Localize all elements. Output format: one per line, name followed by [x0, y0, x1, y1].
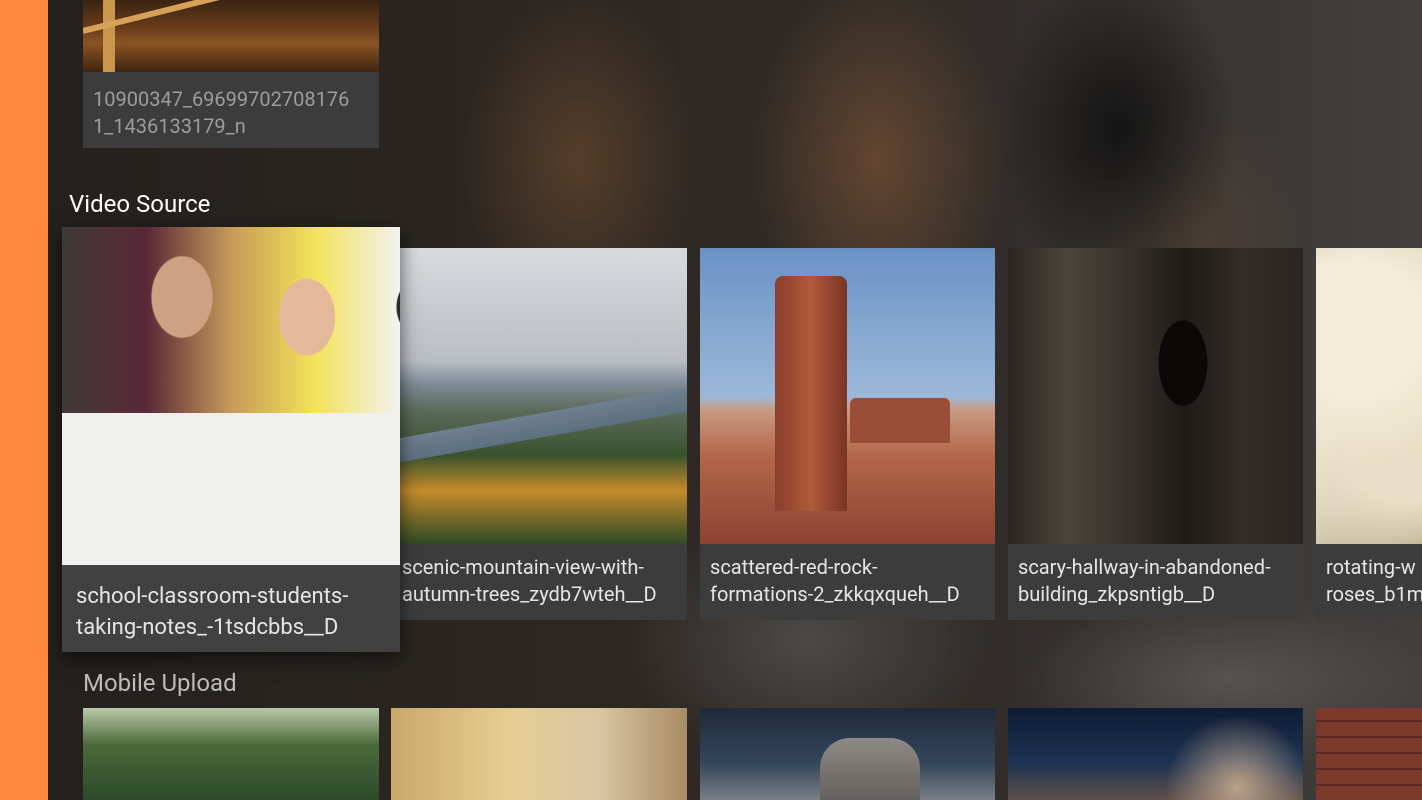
media-card[interactable]	[83, 708, 379, 800]
card-title: school-classroom-students- taking-notes_…	[76, 584, 349, 640]
media-card[interactable]: rotating-w roses_b1m	[1316, 248, 1422, 620]
card-title: 10900347_69699702708176 1_1436133179_n	[93, 87, 350, 138]
card-title: scenic-mountain-view-with- autumn-trees_…	[402, 555, 657, 606]
thumbnail-image	[392, 248, 687, 544]
media-card[interactable]	[1008, 708, 1303, 800]
row-title-video-source: Video Source	[69, 190, 211, 218]
media-card[interactable]: scattered-red-rock- formations-2_zkkqxqu…	[700, 248, 995, 620]
thumbnail-image	[700, 248, 995, 544]
side-accent-bar	[0, 0, 48, 800]
thumbnail-image	[1008, 248, 1303, 544]
media-card[interactable]: scenic-mountain-view-with- autumn-trees_…	[392, 248, 687, 620]
media-card[interactable]	[1316, 708, 1422, 800]
thumbnail-image	[700, 708, 995, 800]
card-title: scattered-red-rock- formations-2_zkkqxqu…	[710, 555, 960, 606]
media-card[interactable]	[700, 708, 995, 800]
card-title: scary-hallway-in-abandoned- building_zkp…	[1018, 555, 1271, 606]
media-card[interactable]	[391, 708, 687, 800]
media-card-focused[interactable]: school-classroom-students- taking-notes_…	[62, 227, 400, 652]
thumbnail-image	[391, 708, 687, 800]
media-card[interactable]: 10900347_69699702708176 1_1436133179_n	[83, 0, 379, 148]
card-title: rotating-w roses_b1m	[1326, 555, 1422, 606]
thumbnail-image	[1316, 708, 1422, 800]
thumbnail-image	[1316, 248, 1422, 544]
media-card[interactable]: scary-hallway-in-abandoned- building_zkp…	[1008, 248, 1303, 620]
thumbnail-image	[83, 0, 379, 72]
row-title-mobile-upload: Mobile Upload	[83, 669, 237, 697]
thumbnail-image	[62, 227, 400, 565]
thumbnail-image	[83, 708, 379, 800]
thumbnail-image	[1008, 708, 1303, 800]
